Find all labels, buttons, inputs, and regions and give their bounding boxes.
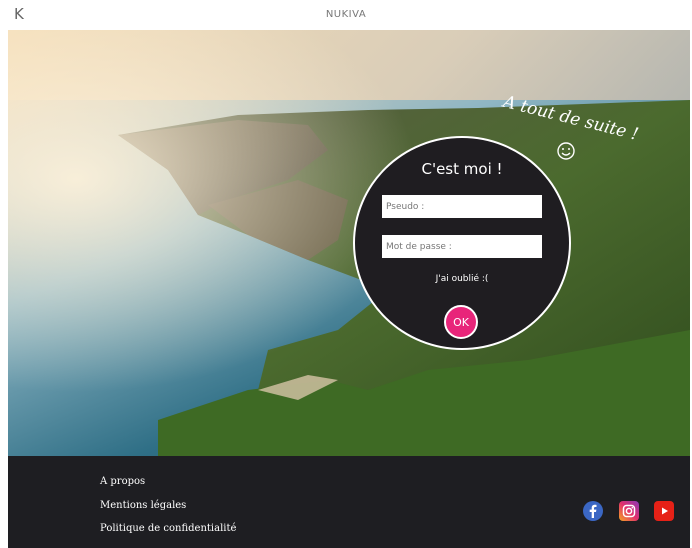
- instagram-icon[interactable]: [619, 501, 639, 521]
- username-input[interactable]: [382, 195, 542, 218]
- footer-link-about[interactable]: A propos: [100, 476, 145, 487]
- hero-background: [8, 30, 690, 456]
- site-title: NUKIVA: [325, 9, 367, 20]
- youtube-icon[interactable]: [654, 501, 674, 521]
- footer: A propos Mentions légales Politique de c…: [8, 456, 690, 548]
- footer-link-privacy[interactable]: Politique de confidentialité: [100, 523, 236, 534]
- forgot-password-link[interactable]: J'ai oublié :(: [355, 274, 569, 284]
- login-title: C'est moi !: [421, 160, 503, 178]
- top-bar: K NUKIVA: [0, 0, 692, 30]
- smile-icon: [557, 142, 575, 160]
- coastal-landscape-image: [8, 30, 690, 456]
- password-input[interactable]: [382, 235, 542, 258]
- submit-button[interactable]: OK: [444, 305, 478, 339]
- footer-link-legal[interactable]: Mentions légales: [100, 500, 186, 511]
- login-panel: C'est moi ! J'ai oublié :( OK: [353, 136, 571, 350]
- facebook-icon[interactable]: [583, 501, 603, 521]
